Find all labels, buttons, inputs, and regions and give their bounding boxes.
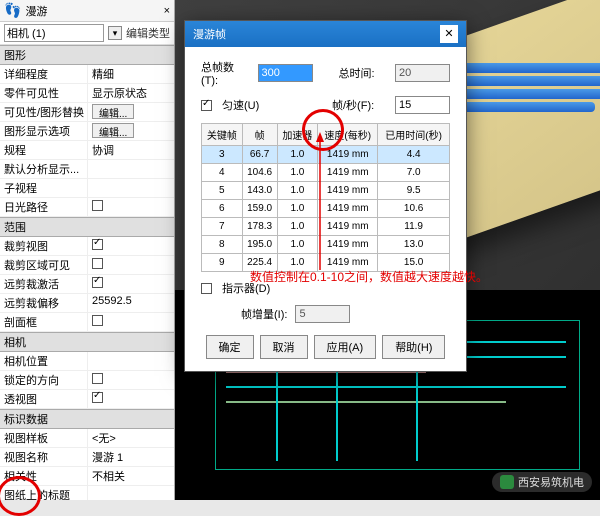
total-frames-input[interactable]: [258, 64, 313, 82]
table-header[interactable]: 已用时间(秒): [378, 124, 450, 146]
watermark-badge: 西安易筑机电: [492, 472, 592, 492]
table-cell: 9.5: [378, 182, 450, 200]
uniform-speed-checkbox[interactable]: [201, 100, 212, 111]
table-cell: 1419 mm: [318, 164, 378, 182]
table-header[interactable]: 关键帧: [202, 124, 243, 146]
table-cell: 1.0: [277, 182, 318, 200]
walkthrough-frames-dialog: 漫游帧 ✕ 总帧数(T): 总时间: 匀速(U) 帧/秒(F): 关键帧帧加速器…: [184, 20, 467, 372]
dialog-title: 漫游帧: [193, 26, 226, 42]
table-cell: 9: [202, 254, 243, 272]
wechat-icon: [500, 475, 514, 489]
table-cell: 1419 mm: [318, 146, 378, 164]
table-cell: 10.6: [378, 200, 450, 218]
piping-system: [455, 60, 600, 150]
table-cell: 11.9: [378, 218, 450, 236]
section-markdata: 标识数据: [0, 409, 174, 429]
table-cell: 1.0: [277, 236, 318, 254]
table-header[interactable]: 速度(每秒): [318, 124, 378, 146]
prop-key: 详细程度: [0, 65, 88, 83]
table-cell: 5: [202, 182, 243, 200]
table-cell: 3: [202, 146, 243, 164]
frame-inc-label: 帧增量(I):: [241, 306, 287, 322]
edit-button[interactable]: 编辑...: [92, 104, 134, 119]
checkbox[interactable]: [92, 373, 103, 384]
checkbox[interactable]: [92, 315, 103, 326]
table-cell: 13.0: [378, 236, 450, 254]
table-cell: 195.0: [242, 236, 277, 254]
checkbox[interactable]: [92, 200, 103, 211]
help-button[interactable]: 帮助(H): [382, 335, 445, 359]
close-icon[interactable]: ×: [164, 5, 170, 17]
table-row[interactable]: 4104.61.01419 mm7.0: [202, 164, 450, 182]
table-row[interactable]: 8195.01.01419 mm13.0: [202, 236, 450, 254]
annotation-text: 数值控制在0.1-10之间，数值越大速度越快。: [250, 268, 488, 285]
table-cell: 159.0: [242, 200, 277, 218]
checkbox[interactable]: [92, 239, 103, 250]
section-camera: 相机: [0, 332, 174, 352]
table-cell: 7: [202, 218, 243, 236]
table-cell: 4.4: [378, 146, 450, 164]
table-cell: 104.6: [242, 164, 277, 182]
table-cell: 1419 mm: [318, 200, 378, 218]
indicator-checkbox[interactable]: [201, 283, 212, 294]
apply-button[interactable]: 应用(A): [314, 335, 377, 359]
camera-select[interactable]: 相机 (1): [4, 24, 104, 42]
cancel-button[interactable]: 取消: [260, 335, 308, 359]
edit-type-link[interactable]: 编辑类型: [126, 25, 170, 41]
table-cell: 1419 mm: [318, 218, 378, 236]
section-scope: 范围: [0, 217, 174, 237]
fps-label: 帧/秒(F):: [332, 97, 387, 113]
table-cell: 1419 mm: [318, 236, 378, 254]
checkbox[interactable]: [92, 258, 103, 269]
keyframe-table: 关键帧帧加速器速度(每秒)已用时间(秒) 366.71.01419 mm4.44…: [201, 123, 450, 272]
table-cell: 4: [202, 164, 243, 182]
table-row[interactable]: 6159.01.01419 mm10.6: [202, 200, 450, 218]
table-header[interactable]: 加速器: [277, 124, 318, 146]
table-cell: 8: [202, 236, 243, 254]
table-cell: 1.0: [277, 218, 318, 236]
total-time-label: 总时间:: [339, 65, 388, 81]
table-cell: 1.0: [277, 200, 318, 218]
panel-tab-row: 👣 漫游 ×: [0, 0, 174, 22]
table-cell: 66.7: [242, 146, 277, 164]
table-cell: 1419 mm: [318, 182, 378, 200]
table-cell: 178.3: [242, 218, 277, 236]
tab-label[interactable]: 漫游: [21, 3, 163, 19]
footsteps-icon: 👣: [4, 2, 21, 19]
table-cell: 1.0: [277, 164, 318, 182]
checkbox[interactable]: [92, 392, 103, 403]
checkbox[interactable]: [92, 277, 103, 288]
frame-inc-input[interactable]: [295, 305, 350, 323]
properties-panel: 👣 漫游 × 相机 (1) ▾ 编辑类型 图形 详细程度精细 零件可见性显示原状…: [0, 0, 175, 500]
uniform-speed-label: 匀速(U): [222, 97, 324, 113]
dialog-titlebar[interactable]: 漫游帧 ✕: [185, 21, 466, 47]
section-graphics: 图形: [0, 45, 174, 65]
table-row[interactable]: 7178.31.01419 mm11.9: [202, 218, 450, 236]
total-frames-label: 总帧数(T):: [201, 59, 250, 87]
table-row[interactable]: 5143.01.01419 mm9.5: [202, 182, 450, 200]
close-button[interactable]: ✕: [440, 25, 458, 43]
table-cell: 6: [202, 200, 243, 218]
table-header[interactable]: 帧: [242, 124, 277, 146]
ok-button[interactable]: 确定: [206, 335, 254, 359]
table-cell: 143.0: [242, 182, 277, 200]
prop-val[interactable]: 精细: [88, 65, 174, 83]
table-cell: 7.0: [378, 164, 450, 182]
fps-input[interactable]: [395, 96, 450, 114]
total-time-input[interactable]: [395, 64, 450, 82]
filter-icon[interactable]: ▾: [108, 26, 122, 40]
edit-button[interactable]: 编辑...: [92, 123, 134, 138]
table-cell: 1.0: [277, 146, 318, 164]
table-row[interactable]: 366.71.01419 mm4.4: [202, 146, 450, 164]
